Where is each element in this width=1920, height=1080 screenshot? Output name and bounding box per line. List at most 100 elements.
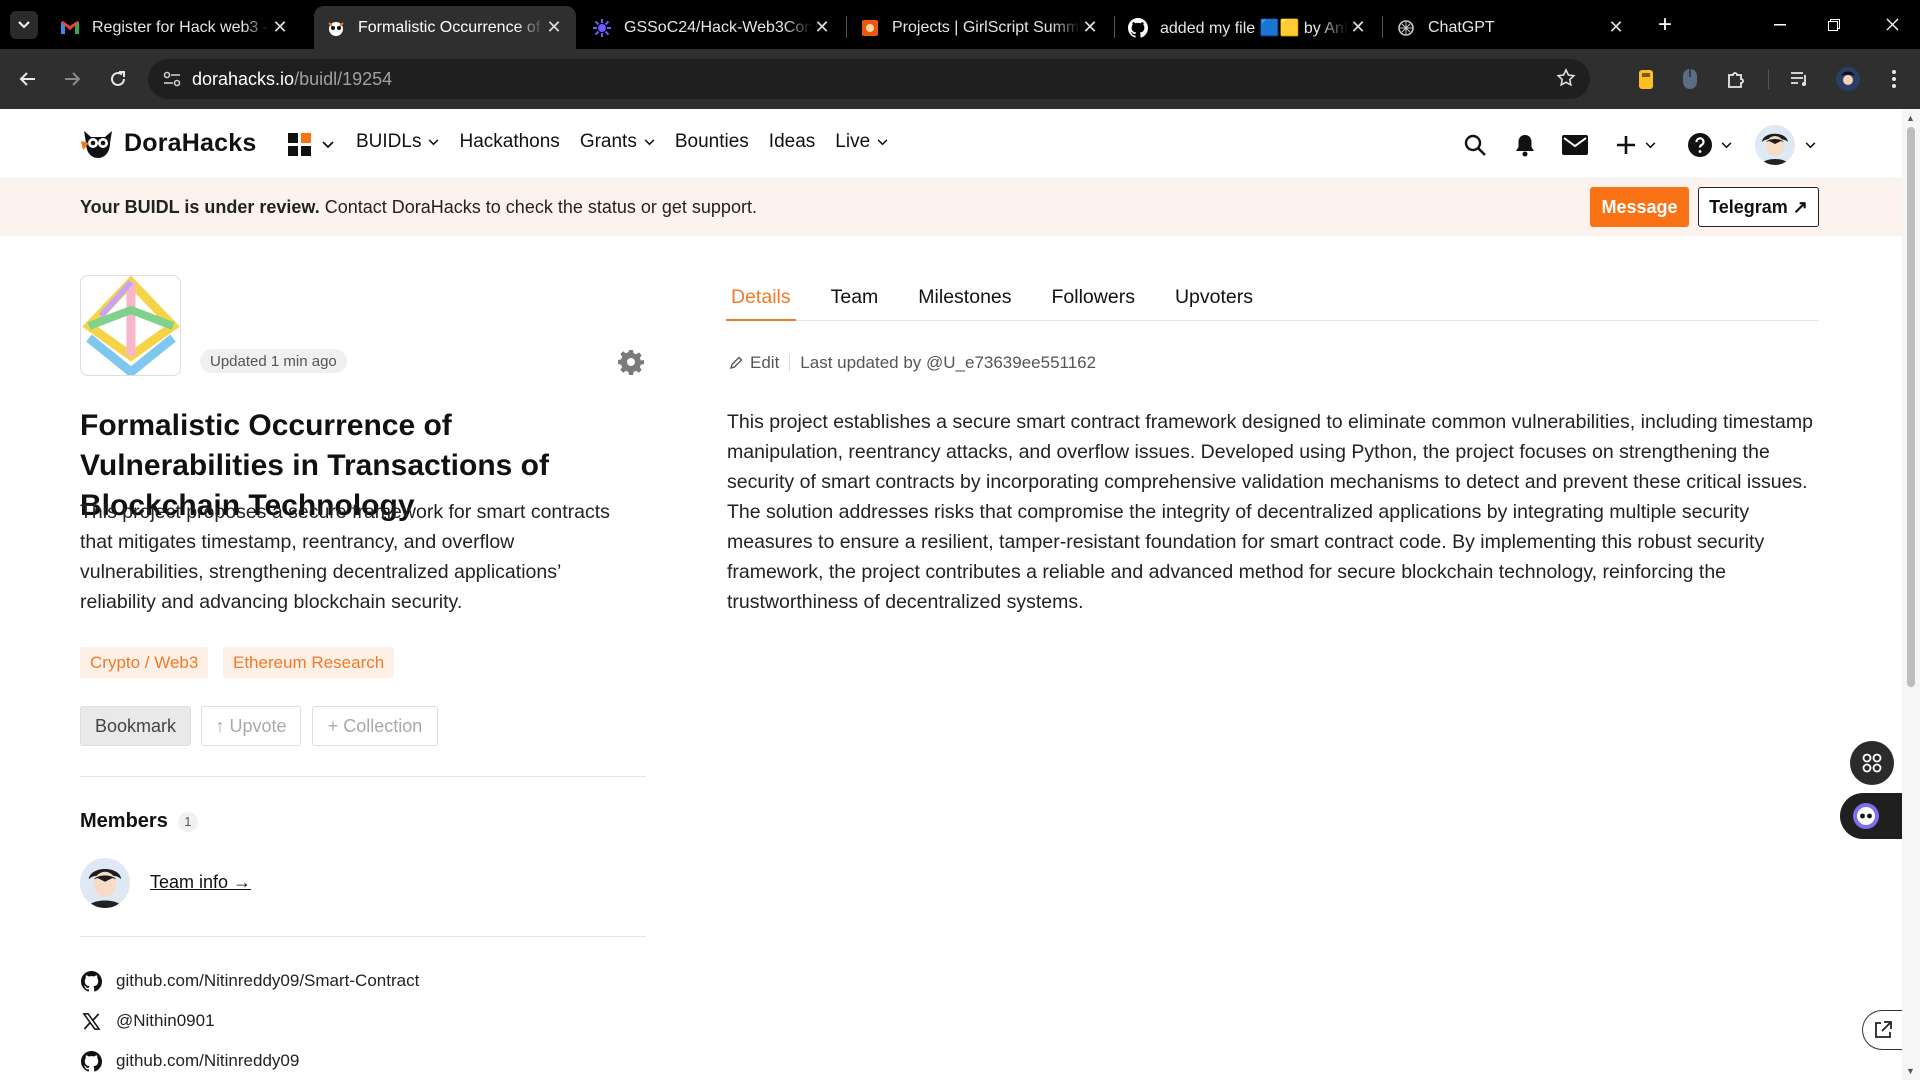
- nav-hackathons[interactable]: Hackathons: [459, 131, 559, 153]
- tab-upvoters[interactable]: Upvoters: [1170, 284, 1258, 321]
- owl-logo-icon: [81, 131, 112, 158]
- notifications-button[interactable]: [1510, 125, 1540, 165]
- browser-menu-icon[interactable]: [1880, 65, 1908, 93]
- extensions-puzzle-icon[interactable]: [1722, 65, 1750, 93]
- site-info-icon[interactable]: [152, 71, 192, 87]
- toolbar-separator: [1768, 69, 1769, 89]
- nav-label: Hackathons: [459, 131, 560, 152]
- github-profile-link[interactable]: github.com/Nitinreddy09: [80, 1050, 299, 1072]
- create-menu-button[interactable]: [1612, 125, 1660, 165]
- bell-icon: [1516, 135, 1534, 157]
- minimize-button[interactable]: [1750, 0, 1810, 49]
- browser-tab-gmail[interactable]: Register for Hack web3 - n ✕: [48, 6, 302, 49]
- reload-button[interactable]: [102, 63, 134, 95]
- tab-team[interactable]: Team: [826, 284, 884, 321]
- floating-share-button[interactable]: [1862, 1010, 1902, 1050]
- forward-button[interactable]: [56, 63, 88, 95]
- dorahacks-logo[interactable]: DoraHacks: [80, 125, 256, 161]
- x-icon: [80, 1010, 102, 1032]
- github-repo-link[interactable]: github.com/Nitinreddy09/Smart-Contract: [80, 970, 419, 992]
- banner-body-text: Contact DoraHacks to check the status or…: [319, 197, 757, 217]
- tab-milestones[interactable]: Milestones: [913, 284, 1016, 321]
- close-icon[interactable]: ✕: [270, 17, 290, 38]
- url-text: dorahacks.io/buidl/19254: [192, 69, 392, 90]
- add-to-collection-button[interactable]: + Collection: [312, 706, 438, 746]
- messages-button[interactable]: [1560, 125, 1590, 165]
- nav-live[interactable]: Live: [835, 131, 888, 153]
- reload-icon: [111, 71, 125, 86]
- close-icon[interactable]: ✕: [544, 17, 564, 38]
- browser-tab-github[interactable]: added my file 🟦🟨 by Anlea ✕: [1116, 6, 1380, 49]
- chevron-down-icon: [877, 138, 888, 145]
- edit-button[interactable]: Edit: [729, 353, 779, 373]
- members-heading: Members 1: [80, 810, 198, 833]
- message-button[interactable]: Message: [1590, 187, 1689, 227]
- media-control-icon[interactable]: [1786, 65, 1814, 93]
- scroll-up-icon[interactable]: ▲: [1906, 113, 1915, 123]
- close-icon[interactable]: ✕: [1080, 17, 1100, 38]
- extension-yellow-icon[interactable]: [1632, 65, 1660, 93]
- close-icon: [1886, 18, 1898, 31]
- telegram-button[interactable]: Telegram ↗: [1698, 187, 1819, 227]
- team-info-link[interactable]: Team info →: [150, 872, 251, 893]
- chevron-down-icon: [644, 138, 655, 145]
- restore-button[interactable]: [1804, 0, 1864, 49]
- help-icon: [1687, 133, 1712, 157]
- review-banner: Your BUIDL is under review. Contact Dora…: [0, 179, 1902, 236]
- upvote-button[interactable]: ↑ Upvote: [201, 706, 301, 746]
- browser-tab-girlscript[interactable]: Projects | GirlScript Summe ✕: [848, 6, 1112, 49]
- back-button[interactable]: [12, 63, 44, 95]
- close-icon[interactable]: ✕: [812, 17, 832, 38]
- browser-tab-bar: Register for Hack web3 - n ✕ Formalistic…: [0, 0, 1920, 49]
- apps-menu-button[interactable]: [288, 133, 334, 157]
- new-tab-button[interactable]: +: [1650, 10, 1680, 40]
- tag-ethereum-research[interactable]: Ethereum Research: [223, 647, 395, 678]
- details-body: This project establishes a secure smart …: [727, 411, 1813, 613]
- settings-gear-icon[interactable]: [618, 349, 644, 375]
- scroll-thumb[interactable]: [1907, 127, 1915, 687]
- tab-title: added my file 🟦🟨 by Anlea: [1160, 19, 1348, 37]
- browser-tab-active[interactable]: Formalistic Occurrence of V ✕: [314, 6, 576, 49]
- github-icon: [80, 1050, 102, 1072]
- browser-tab-gssoc[interactable]: GSSoC24/Hack-Web3Conf ✕: [580, 6, 844, 49]
- bookmark-star-icon[interactable]: [1556, 68, 1576, 93]
- separator: [789, 354, 791, 372]
- browser-tab-chatgpt[interactable]: ChatGPT ✕: [1384, 6, 1638, 49]
- member-avatar[interactable]: [80, 858, 130, 908]
- user-menu-button[interactable]: [1752, 123, 1818, 167]
- floating-apps-button[interactable]: [1850, 741, 1894, 785]
- chevron-down-icon: [1721, 141, 1731, 148]
- last-updated-text: Last updated by @U_e73639ee551162: [800, 353, 1097, 372]
- banner-text: Your BUIDL is under review. Contact Dora…: [80, 197, 757, 218]
- extension-mouse-icon[interactable]: [1676, 65, 1704, 93]
- close-icon[interactable]: ✕: [1606, 17, 1626, 38]
- browser-toolbar: dorahacks.io/buidl/19254: [0, 49, 1920, 109]
- nav-label: Live: [835, 131, 871, 152]
- tab-search-button[interactable]: [10, 11, 38, 39]
- nav-bounties[interactable]: Bounties: [675, 131, 749, 153]
- tab-details[interactable]: Details: [726, 284, 796, 321]
- nav-ideas[interactable]: Ideas: [769, 131, 815, 153]
- url-path: /buidl/19254: [294, 68, 393, 89]
- close-icon[interactable]: ✕: [1348, 17, 1368, 38]
- address-bar[interactable]: dorahacks.io/buidl/19254: [148, 59, 1590, 99]
- tag-crypto-web3[interactable]: Crypto / Web3: [80, 647, 209, 678]
- divider: [80, 936, 646, 937]
- x-profile-link[interactable]: @Nithin0901: [80, 1010, 215, 1032]
- profile-avatar-icon[interactable]: [1834, 65, 1862, 93]
- site-header: DoraHacks BUIDLs Hackathons Grants Bount…: [0, 109, 1902, 179]
- command-icon: [1862, 753, 1882, 773]
- search-button[interactable]: [1460, 125, 1490, 165]
- close-window-button[interactable]: [1862, 0, 1920, 49]
- floating-assistant-button[interactable]: [1840, 793, 1902, 839]
- chevron-down-icon: [1645, 141, 1656, 148]
- page-scrollbar[interactable]: ▲ ▼: [1902, 109, 1920, 1080]
- bookmark-button[interactable]: Bookmark: [80, 706, 191, 746]
- nav-grants[interactable]: Grants: [580, 131, 655, 153]
- scroll-down-icon[interactable]: ▼: [1906, 1066, 1915, 1076]
- nav-buidls[interactable]: BUIDLs: [356, 131, 439, 153]
- help-menu-button[interactable]: [1684, 125, 1734, 165]
- tab-followers[interactable]: Followers: [1047, 284, 1140, 321]
- assistant-bot-icon: [1853, 803, 1879, 829]
- tab-separator: [1382, 16, 1383, 38]
